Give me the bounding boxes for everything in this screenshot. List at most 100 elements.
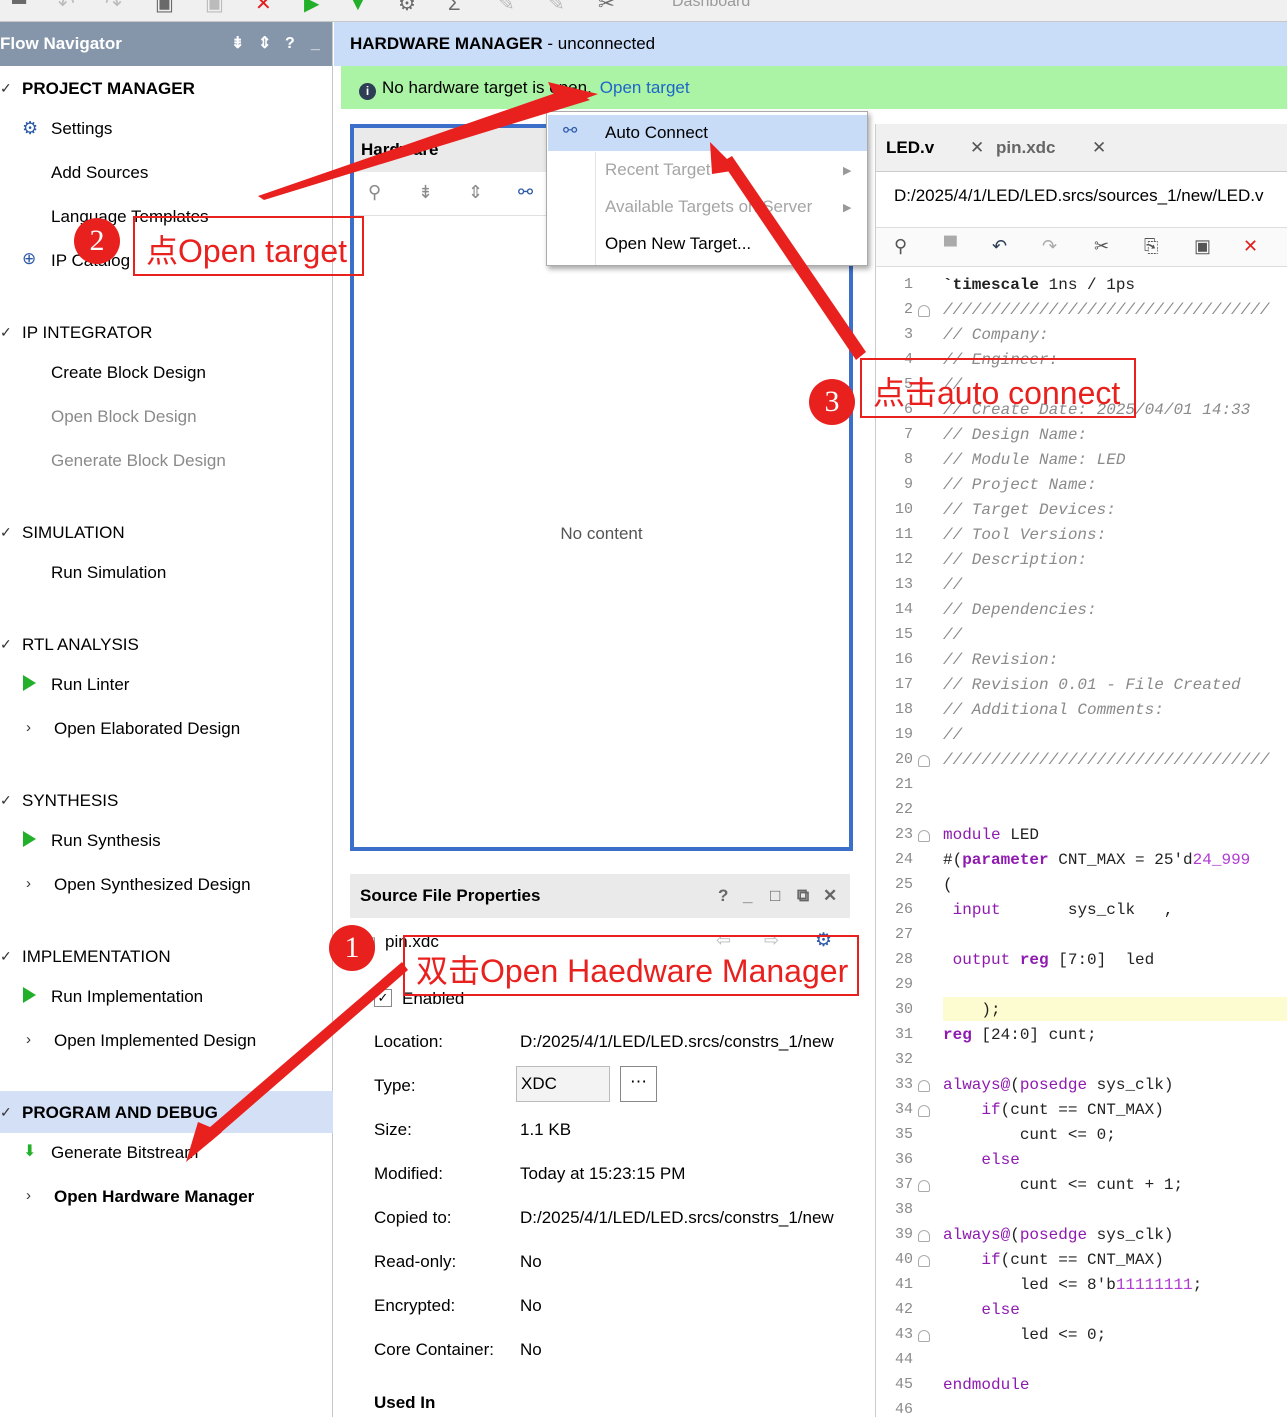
wrench-icon[interactable]: ✂ [598,0,615,14]
section-project-manager[interactable]: PROJECT MANAGER [22,79,195,99]
run-icon[interactable]: ▶ [304,0,319,14]
fold-icon[interactable] [918,755,930,767]
code-line[interactable]: endmodule [943,1376,1029,1394]
redo-icon[interactable]: ↷ [1042,236,1057,257]
minimize-icon[interactable]: _ [311,22,320,66]
code-line[interactable]: ////////////////////////////////// [943,751,1269,769]
code-line[interactable]: // Target Devices: [943,501,1116,519]
nav-add-sources[interactable]: Add Sources [51,163,148,183]
tab-pin-xdc[interactable]: pin.xdc [996,124,1056,172]
undo-icon[interactable]: ↶ [58,0,75,14]
fold-icon[interactable] [918,1230,930,1242]
copy-icon[interactable]: ⎘ [1144,236,1158,257]
copy-icon[interactable]: ▣ [155,0,174,14]
fold-icon[interactable] [918,1080,930,1092]
code-line[interactable]: ////////////////////////////////// [943,301,1269,319]
code-line[interactable]: // Company: [943,326,1049,344]
close-icon[interactable]: ✕ [255,0,272,14]
help-icon[interactable]: ? [285,22,295,66]
chevron-right-icon[interactable]: › [26,719,31,736]
nav-create-block-design[interactable]: Create Block Design [51,363,206,383]
section-simulation[interactable]: SIMULATION [22,523,125,543]
code-line[interactable]: always@(posedge sys_clk) [943,1076,1173,1094]
minimize-icon[interactable]: _ [743,874,752,918]
collapse-all-icon[interactable]: ⇟ [418,182,433,203]
open-target-link[interactable]: Open target [600,78,690,97]
code-line[interactable]: input sys_clk , [943,901,1174,919]
chevron-down-icon[interactable]: ✓ [0,80,12,97]
paste-icon[interactable]: ▣ [205,0,224,14]
code-line[interactable]: output reg [7:0] led [943,951,1155,969]
code-line[interactable]: `timescale 1ns / 1ps [943,276,1135,294]
type-browse-button[interactable]: ⋯ [620,1066,657,1102]
maximize-icon[interactable]: □ [770,874,780,918]
menu-auto-connect[interactable]: Auto Connect [605,115,708,151]
save-icon[interactable]: ▀ [944,236,957,257]
nav-settings[interactable]: Settings [51,119,112,139]
expand-all-icon[interactable]: ⇕ [258,22,271,66]
tab-led-v[interactable]: LED.v [886,124,934,172]
gear-icon[interactable]: ⚙ [398,0,416,14]
chevron-down-icon[interactable]: ✓ [0,792,12,809]
code-line[interactable]: always@(posedge sys_clk) [943,1226,1173,1244]
code-line[interactable]: // Module Name: LED [943,451,1125,469]
code-line[interactable]: // Dependencies: [943,601,1097,619]
code-line[interactable]: // Design Name: [943,426,1087,444]
fold-icon[interactable] [918,1330,930,1342]
code-line[interactable]: // [943,726,962,744]
code-line[interactable]: #(parameter CNT_MAX = 25'd24_999 [943,851,1250,869]
sigma-icon[interactable]: Σ [448,0,460,14]
nav-run-simulation[interactable]: Run Simulation [51,563,166,583]
nav-generate-bitstream[interactable]: Generate Bitstream [51,1143,198,1163]
chevron-down-icon[interactable]: ✓ [0,1104,12,1121]
chevron-down-icon[interactable]: ✓ [0,636,12,653]
code-line[interactable]: // [943,576,962,594]
enabled-checkbox[interactable]: ✓ [374,989,392,1007]
code-line[interactable]: // Project Name: [943,476,1097,494]
code-line[interactable]: // [943,626,962,644]
fold-icon[interactable] [918,1105,930,1117]
close-icon[interactable]: ✕ [823,874,837,918]
section-program-and-debug[interactable]: PROGRAM AND DEBUG [22,1103,218,1123]
connect-icon[interactable]: ⚯ [518,182,533,203]
code-line[interactable]: else [943,1151,1019,1169]
code-line[interactable]: led <= 0; [943,1326,1106,1344]
code-line[interactable]: // Additional Comments: [943,701,1164,719]
redo-icon[interactable]: ↷ [105,0,122,14]
nav-open-hardware-manager[interactable]: Open Hardware Manager [54,1187,254,1207]
close-tab-icon[interactable]: ✕ [970,124,984,172]
section-implementation[interactable]: IMPLEMENTATION [22,947,171,967]
chevron-down-icon[interactable]: ✓ [0,948,12,965]
section-ip-integrator[interactable]: IP INTEGRATOR [22,323,152,343]
help-icon[interactable]: ? [718,874,728,918]
dashboard-menu[interactable]: Dashboard [672,0,750,11]
nav-run-synthesis[interactable]: Run Synthesis [51,831,161,851]
fold-icon[interactable] [918,305,930,317]
code-line[interactable]: // Tool Versions: [943,526,1106,544]
step-icon[interactable]: ▼ [348,0,368,14]
fold-icon[interactable] [918,1180,930,1192]
chevron-right-icon[interactable]: › [26,1031,31,1048]
code-line[interactable]: module LED [943,826,1039,844]
section-rtl-analysis[interactable]: RTL ANALYSIS [22,635,139,655]
type-field[interactable]: XDC [516,1066,610,1102]
code-line[interactable]: ( [943,876,953,894]
code-line[interactable]: reg [24:0] cunt; [943,1026,1097,1044]
close-tab-icon[interactable]: ✕ [1092,124,1106,172]
code-line[interactable]: // Revision 0.01 - File Created [943,676,1241,694]
paste-icon[interactable]: ▣ [1194,236,1211,257]
fold-icon[interactable] [918,830,930,842]
code-line[interactable]: cunt <= 0; [943,1126,1116,1144]
code-line[interactable]: // Description: [943,551,1087,569]
code-line[interactable]: if(cunt == CNT_MAX) [943,1101,1163,1119]
nav-open-synthesized-design[interactable]: Open Synthesized Design [54,875,251,895]
code-line[interactable]: else [943,1301,1019,1319]
nav-run-linter[interactable]: Run Linter [51,675,129,695]
code-line[interactable]: cunt <= cunt + 1; [943,1176,1183,1194]
code-line[interactable]: led <= 8'b11111111; [943,1276,1202,1294]
chevron-down-icon[interactable]: ✓ [0,524,12,541]
menu-open-new-target[interactable]: Open New Target... [605,226,751,262]
code-line[interactable]: // Revision: [943,651,1058,669]
chevron-right-icon[interactable]: › [26,1187,31,1204]
float-icon[interactable]: ⧉ [797,874,809,918]
